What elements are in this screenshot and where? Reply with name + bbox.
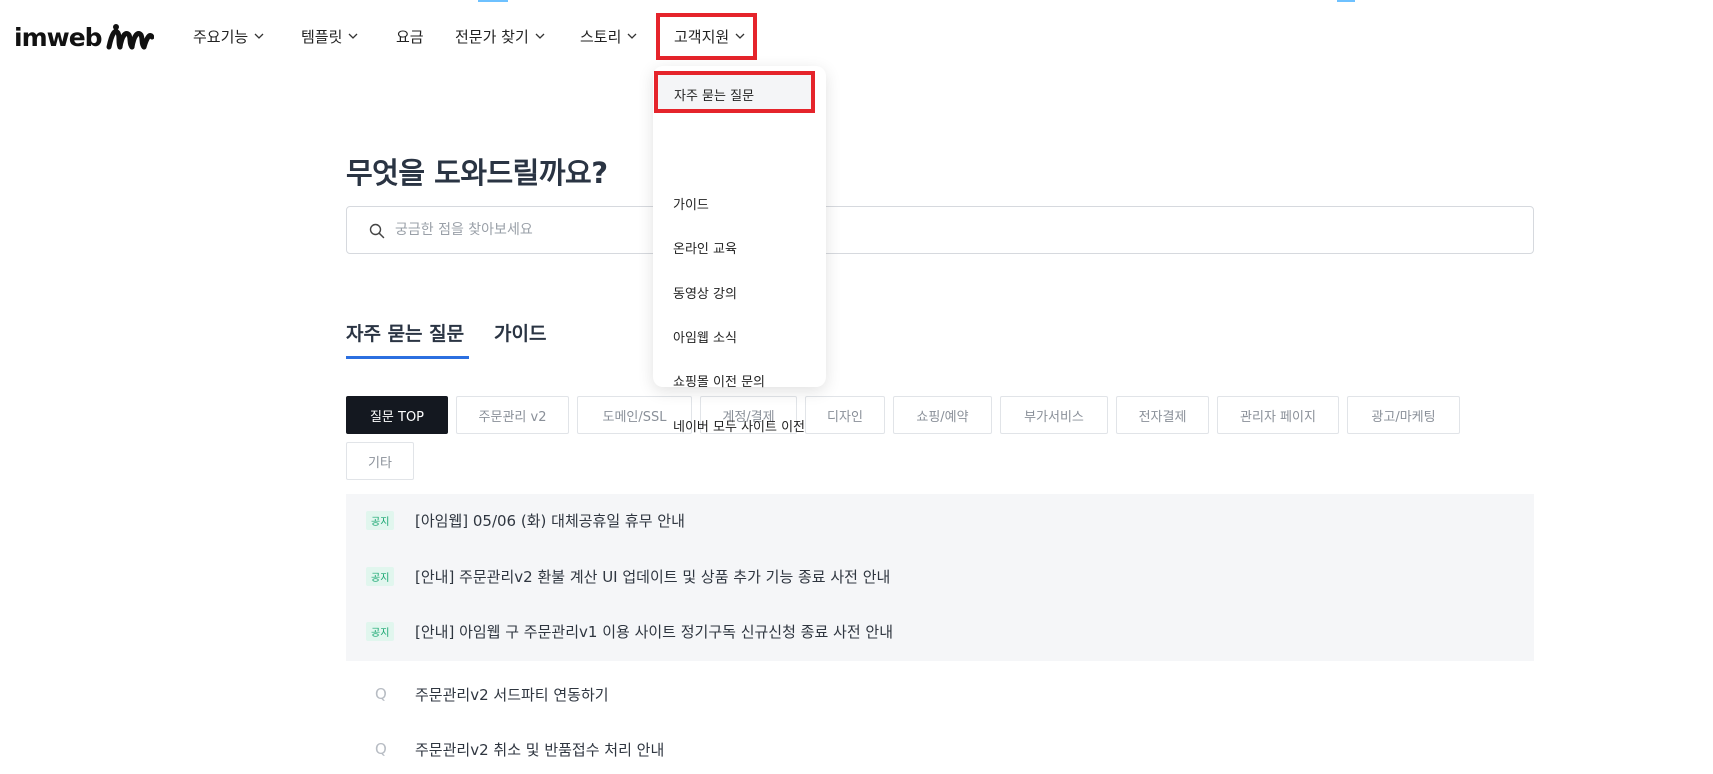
chevron-down-icon	[627, 33, 637, 39]
nav-features[interactable]: 주요기능	[193, 24, 264, 48]
category-chip-etc[interactable]: 기타	[346, 442, 414, 480]
search-box[interactable]	[346, 206, 1534, 254]
dropdown-item-imweb-news[interactable]: 아임웹 소식	[673, 327, 737, 346]
search-icon	[369, 223, 385, 239]
notice-badge: 공지	[366, 621, 395, 641]
active-tab-underline	[346, 356, 469, 359]
dropdown-item-faq[interactable]: 자주 묻는 질문	[654, 71, 815, 113]
imweb-logo-mark-icon	[106, 24, 154, 50]
question-row[interactable]: Q 주문관리v2 서드파티 연동하기	[346, 674, 1534, 714]
notice-badge: 공지	[366, 566, 395, 586]
question-row[interactable]: Q 주문관리v2 취소 및 반품접수 처리 안내	[346, 729, 1534, 769]
category-chip-shopping-booking[interactable]: 쇼핑/예약	[893, 396, 992, 434]
nav-label: 주요기능	[193, 27, 249, 46]
chevron-down-icon	[254, 33, 264, 39]
category-chip-admin-page[interactable]: 관리자 페이지	[1217, 396, 1339, 434]
support-dropdown-menu: 가이드 온라인 교육 동영상 강의 아임웹 소식 쇼핑몰 이전 문의 네이버 모…	[653, 66, 826, 435]
dropdown-item-naver-migration[interactable]: 네이버 모두 사이트 이전	[673, 416, 805, 435]
notice-badge: 공지	[366, 510, 395, 530]
dropdown-item-label: 자주 묻는 질문	[674, 89, 755, 104]
notice-row[interactable]: 공지 [안내] 아임웹 구 주문관리v1 이용 사이트 정기구독 신규신청 종료…	[346, 611, 1534, 651]
notice-title: [아임웹] 05/06 (화) 대체공휴일 휴무 안내	[415, 511, 685, 530]
imweb-logo[interactable]: imweb	[14, 22, 154, 52]
question-marker: Q	[375, 740, 387, 758]
category-chip-top[interactable]: 질문 TOP	[346, 396, 448, 434]
notice-row[interactable]: 공지 [아임웹] 05/06 (화) 대체공휴일 휴무 안내	[346, 500, 1534, 540]
search-input[interactable]	[395, 207, 1495, 253]
dropdown-item-guide[interactable]: 가이드	[673, 194, 709, 213]
question-title: 주문관리v2 취소 및 반품접수 처리 안내	[415, 740, 665, 759]
nav-story[interactable]: 스토리	[580, 24, 637, 48]
category-chip-e-payment[interactable]: 전자결제	[1116, 396, 1209, 434]
notice-title: [안내] 아임웹 구 주문관리v1 이용 사이트 정기구독 신규신청 종료 사전…	[415, 622, 894, 641]
category-chip-order-v2[interactable]: 주문관리 v2	[456, 396, 569, 434]
nav-label: 템플릿	[301, 27, 343, 46]
question-title: 주문관리v2 서드파티 연동하기	[415, 685, 609, 704]
category-chip-ads-marketing[interactable]: 광고/마케팅	[1347, 396, 1460, 434]
nav-find-experts[interactable]: 전문가 찾기	[455, 24, 545, 48]
page-title: 무엇을 도와드릴까요?	[346, 156, 608, 190]
nav-label: 스토리	[580, 27, 622, 46]
category-chip-addons[interactable]: 부가서비스	[1000, 396, 1108, 434]
nav-highlight-box	[656, 13, 757, 60]
dropdown-item-video-lectures[interactable]: 동영상 강의	[673, 283, 737, 302]
question-marker: Q	[375, 685, 387, 703]
category-chip-design[interactable]: 디자인	[805, 396, 885, 434]
site-header: imweb 주요기능 템플릿 요금 전문가 찾기 스토리 고객지원	[0, 0, 1713, 74]
notice-row[interactable]: 공지 [안내] 주문관리v2 환불 계산 UI 업데이트 및 상품 추가 기능 …	[346, 556, 1534, 596]
dropdown-item-mall-migration[interactable]: 쇼핑몰 이전 문의	[673, 371, 765, 390]
tab-guide[interactable]: 가이드	[494, 319, 546, 346]
notice-title: [안내] 주문관리v2 환불 계산 UI 업데이트 및 상품 추가 기능 종료 …	[415, 567, 891, 586]
chevron-down-icon	[348, 33, 358, 39]
nav-pricing[interactable]: 요금	[396, 24, 424, 48]
tab-faq[interactable]: 자주 묻는 질문	[346, 319, 464, 346]
nav-label: 요금	[396, 27, 424, 46]
nav-templates[interactable]: 템플릿	[301, 24, 358, 48]
nav-label: 전문가 찾기	[455, 27, 529, 46]
logo-text: imweb	[14, 22, 103, 52]
chevron-down-icon	[535, 33, 545, 39]
dropdown-item-online-education[interactable]: 온라인 교육	[673, 238, 737, 257]
